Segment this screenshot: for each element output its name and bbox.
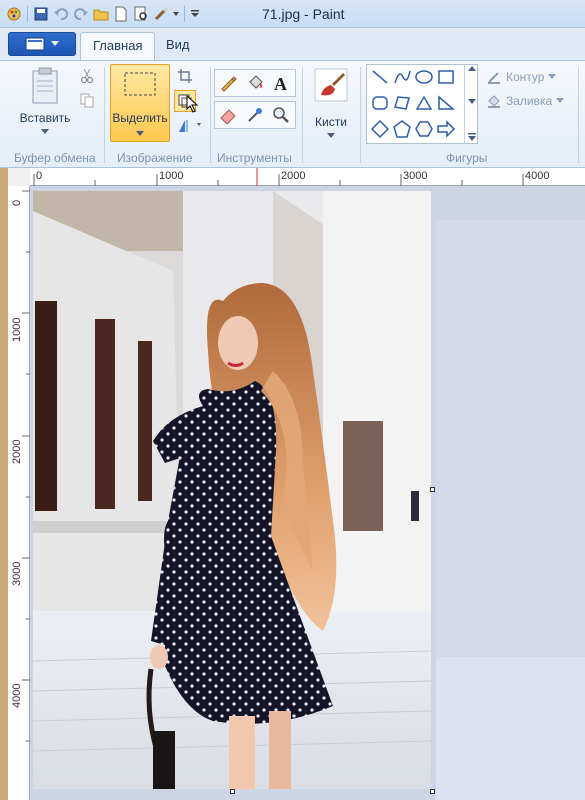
clipboard-icon — [32, 67, 58, 104]
quick-access-toolbar — [4, 4, 202, 24]
resize-handle-corner[interactable] — [430, 789, 435, 794]
vruler-label: 3000 — [11, 561, 23, 586]
tab-view[interactable]: Вид — [154, 32, 202, 60]
triangle-shape-icon[interactable] — [413, 93, 435, 113]
shapes-scrollbar[interactable] — [464, 64, 479, 144]
ruler-corner — [8, 168, 30, 186]
save-icon[interactable] — [31, 4, 51, 24]
outline-dropdown-icon — [548, 74, 557, 79]
hruler-label: 2000 — [281, 170, 306, 182]
line-shape-icon[interactable] — [369, 67, 391, 87]
brushes-label: Кисти — [315, 115, 347, 129]
outline-icon — [488, 72, 500, 84]
fill-bucket-icon[interactable] — [244, 72, 266, 94]
window-edge — [0, 168, 8, 800]
brushes-dropdown-icon — [327, 133, 335, 138]
ribbon-tabs: Главная Вид — [0, 28, 585, 60]
paste-button[interactable]: Вставить — [14, 67, 76, 135]
customize-qat-icon[interactable] — [188, 4, 202, 24]
paste-label: Вставить — [19, 111, 71, 125]
qat-dropdown-icon[interactable] — [171, 4, 181, 24]
select-rect-icon — [124, 72, 156, 96]
chevron-down-icon — [51, 41, 59, 46]
color-picker-icon[interactable] — [244, 104, 266, 126]
print-preview-icon[interactable] — [131, 4, 151, 24]
pencil-icon[interactable] — [217, 72, 239, 94]
svg-text:A: A — [274, 74, 287, 92]
vruler-label: 4000 — [11, 683, 23, 708]
hruler-label: 3000 — [403, 170, 428, 182]
eraser-icon[interactable] — [217, 104, 239, 126]
copy-icon[interactable] — [76, 89, 98, 111]
select-button[interactable]: Выделить — [110, 64, 170, 142]
diamond-shape-icon[interactable] — [369, 119, 391, 139]
window-title: 71.jpg - Paint — [262, 6, 345, 22]
cut-icon[interactable] — [76, 65, 98, 87]
redo-icon[interactable] — [71, 4, 91, 24]
scroll-down-icon[interactable] — [468, 99, 476, 105]
app-menu-icon — [25, 37, 45, 51]
canvas-background — [436, 220, 585, 657]
select-label: Выделить — [112, 111, 168, 125]
tab-home[interactable]: Главная — [80, 32, 156, 60]
fill-icon — [488, 95, 500, 108]
oval-shape-icon[interactable] — [413, 67, 435, 87]
undo-icon[interactable] — [51, 4, 71, 24]
text-tool-icon[interactable]: A — [270, 72, 292, 94]
canvas-image[interactable] — [33, 191, 431, 789]
crop-icon[interactable] — [174, 65, 196, 87]
curve-shape-icon[interactable] — [391, 67, 413, 87]
arrow-right-shape-icon[interactable] — [435, 119, 457, 139]
magnifier-icon[interactable] — [270, 104, 292, 126]
rectangle-shape-icon[interactable] — [435, 67, 457, 87]
brushes-button[interactable]: Кисти — [306, 67, 356, 139]
vruler-label: 1000 — [11, 317, 23, 342]
right-triangle-shape-icon[interactable] — [435, 93, 457, 113]
brush-qat-icon[interactable] — [151, 4, 171, 24]
outline-button[interactable]: Контур — [486, 69, 557, 85]
image-group-label: Изображение — [117, 151, 193, 165]
title-bar: 71.jpg - Paint — [0, 0, 585, 28]
vruler-label: 2000 — [11, 439, 23, 464]
mouse-cursor-icon — [186, 95, 199, 113]
tools-group-label: Инструменты — [217, 151, 292, 165]
rotate-icon[interactable] — [174, 115, 204, 137]
hruler-label: 0 — [36, 170, 43, 182]
photo-woman-polka-dot-dress — [33, 191, 431, 789]
shapes-gallery — [366, 64, 478, 144]
paste-dropdown-icon — [41, 129, 49, 134]
new-file-icon[interactable] — [111, 4, 131, 24]
horizontal-ruler: 0 1000 2000 3000 4000 — [30, 168, 585, 186]
fill-button[interactable]: Заливка — [486, 93, 565, 109]
brush-icon — [314, 68, 348, 102]
fill-dropdown-icon — [556, 98, 565, 103]
canvas-background — [436, 657, 585, 800]
open-folder-icon[interactable] — [91, 4, 111, 24]
pentagon-shape-icon[interactable] — [391, 119, 413, 139]
polygon-shape-icon[interactable] — [391, 93, 413, 113]
shapes-group-label: Фигуры — [446, 151, 488, 165]
resize-handle-bottom[interactable] — [230, 789, 235, 794]
select-dropdown-icon — [136, 131, 144, 136]
app-menu-button[interactable] — [8, 32, 76, 56]
scroll-up-icon[interactable] — [468, 66, 476, 72]
paint-app-icon[interactable] — [4, 4, 24, 24]
vruler-label: 0 — [11, 199, 23, 206]
outline-label: Контур — [506, 70, 545, 84]
ribbon-panel: Вставить Буфер обмена Выделить Изображен… — [0, 60, 585, 168]
vertical-ruler: 0 1000 2000 3000 4000 — [8, 186, 30, 800]
hruler-label: 4000 — [525, 170, 550, 182]
gallery-expand-icon[interactable] — [467, 132, 477, 142]
clipboard-group-label: Буфер обмена — [14, 151, 96, 165]
rounded-rect-shape-icon[interactable] — [369, 93, 391, 113]
resize-handle-right[interactable] — [430, 487, 435, 492]
hexagon-shape-icon[interactable] — [413, 119, 435, 139]
fill-label: Заливка — [506, 94, 553, 108]
hruler-label: 1000 — [159, 170, 184, 182]
